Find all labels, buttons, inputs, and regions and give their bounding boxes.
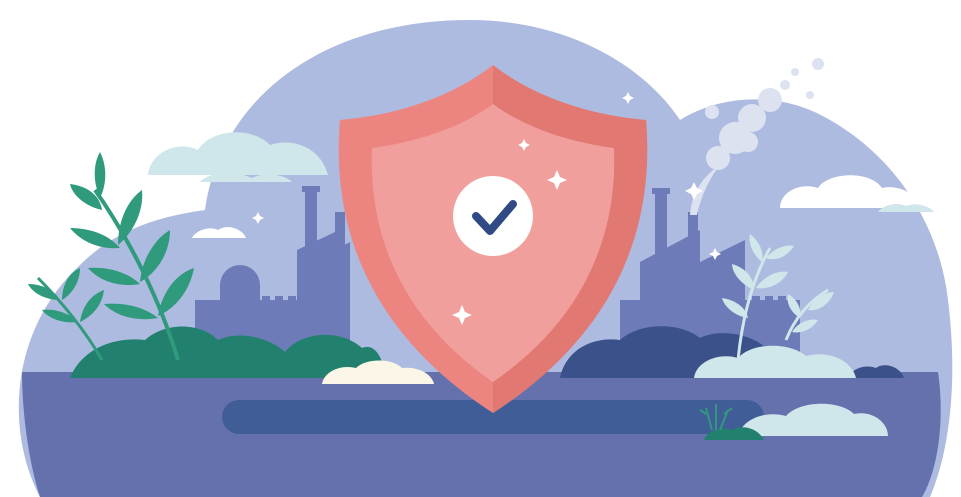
checkmark-icon [453,176,533,256]
check-circle [453,176,533,256]
security-illustration [18,20,953,497]
